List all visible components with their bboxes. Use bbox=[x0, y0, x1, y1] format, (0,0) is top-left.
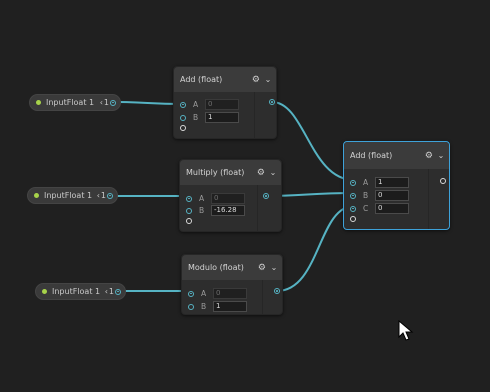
add-float-node-selected[interactable]: Add (float) ⚙ ⌄ A1 B0 C0 bbox=[343, 141, 450, 230]
node-title: Add (float) bbox=[180, 75, 223, 84]
input-port-a[interactable] bbox=[180, 101, 186, 108]
node-title: Multiply (float) bbox=[186, 168, 245, 177]
gear-icon[interactable]: ⚙ bbox=[258, 263, 266, 273]
value-field-b[interactable]: 1 bbox=[213, 301, 247, 312]
output-port[interactable] bbox=[263, 193, 269, 199]
float-type-dot-icon bbox=[34, 193, 39, 198]
input-port-extra[interactable] bbox=[350, 216, 356, 222]
chevron-down-icon[interactable]: ⌄ bbox=[266, 263, 282, 272]
input-port-c[interactable] bbox=[350, 205, 356, 212]
input-float-label: InputFloat 1 bbox=[46, 98, 95, 107]
float-type-dot-icon bbox=[42, 289, 47, 294]
port-label: B bbox=[193, 113, 199, 122]
input-float-node-2[interactable]: InputFloat 1 ‹ 1 bbox=[27, 187, 118, 204]
input-float-label: InputFloat 1 bbox=[52, 287, 101, 296]
float-type-dot-icon bbox=[36, 100, 41, 105]
input-port-extra[interactable] bbox=[180, 125, 186, 131]
value-field-b[interactable]: 1 bbox=[205, 112, 239, 123]
port-label: A bbox=[363, 178, 369, 187]
input-float-value: 1 bbox=[108, 287, 114, 296]
input-float-value: 1 bbox=[100, 191, 106, 200]
node-title: Add (float) bbox=[350, 151, 393, 160]
port-label: A bbox=[199, 194, 205, 203]
input-port-a[interactable] bbox=[186, 195, 192, 202]
add-float-node[interactable]: Add (float) ⚙ ⌄ A0 B1 bbox=[173, 66, 277, 139]
value-field-a[interactable]: 1 bbox=[375, 177, 409, 188]
port-label: B bbox=[201, 302, 207, 311]
value-field-a[interactable]: 0 bbox=[211, 193, 245, 204]
node-header[interactable]: Modulo (float) ⚙ ⌄ bbox=[182, 255, 282, 280]
input-port-b[interactable] bbox=[186, 207, 192, 214]
input-port-b[interactable] bbox=[350, 192, 356, 199]
input-port-extra[interactable] bbox=[186, 218, 192, 224]
chevron-down-icon[interactable]: ⌄ bbox=[265, 168, 281, 177]
gear-icon[interactable]: ⚙ bbox=[252, 75, 260, 85]
graph-canvas[interactable]: InputFloat 1 ‹ 1 InputFloat 1 ‹ 1 InputFlo… bbox=[0, 0, 490, 392]
chevron-left-icon[interactable]: ‹ bbox=[100, 98, 103, 107]
port-label: C bbox=[363, 204, 369, 213]
wire-add-to-add2 bbox=[271, 101, 355, 181]
port-label: A bbox=[193, 100, 199, 109]
node-header[interactable]: Add (float) ⚙ ⌄ bbox=[174, 67, 276, 92]
value-field-a[interactable]: 0 bbox=[205, 99, 239, 110]
node-header[interactable]: Multiply (float) ⚙ ⌄ bbox=[180, 160, 281, 185]
input-float-node-1[interactable]: InputFloat 1 ‹ 1 bbox=[29, 94, 121, 111]
output-port[interactable] bbox=[440, 178, 446, 184]
output-port[interactable] bbox=[269, 99, 275, 105]
input-port-a[interactable] bbox=[350, 179, 356, 186]
chevron-left-icon[interactable]: ‹ bbox=[97, 191, 100, 200]
value-field-b[interactable]: 0 bbox=[375, 190, 409, 201]
value-field-a[interactable]: 0 bbox=[213, 288, 247, 299]
node-header[interactable]: Add (float) ⚙ ⌄ bbox=[344, 142, 449, 169]
input-port-b[interactable] bbox=[188, 303, 194, 310]
input-float-node-3[interactable]: InputFloat 1 ‹ 1 bbox=[35, 283, 126, 300]
value-field-c[interactable]: 0 bbox=[375, 203, 409, 214]
port-label: A bbox=[201, 289, 207, 298]
input-port-b[interactable] bbox=[180, 114, 186, 121]
input-float-label: InputFloat 1 bbox=[44, 191, 93, 200]
port-label: B bbox=[363, 191, 369, 200]
gear-icon[interactable]: ⚙ bbox=[257, 168, 265, 178]
chevron-down-icon[interactable]: ⌄ bbox=[433, 151, 449, 160]
port-label: B bbox=[199, 206, 205, 215]
value-field-b[interactable]: -16.28 bbox=[211, 205, 245, 216]
multiply-float-node[interactable]: Multiply (float) ⚙ ⌄ A0 B -16.28 bbox=[179, 159, 282, 232]
output-port[interactable] bbox=[115, 288, 121, 295]
mouse-cursor-icon bbox=[398, 320, 414, 341]
chevron-left-icon[interactable]: ‹ bbox=[105, 287, 108, 296]
node-title: Modulo (float) bbox=[188, 263, 244, 272]
output-port[interactable] bbox=[107, 192, 113, 199]
gear-icon[interactable]: ⚙ bbox=[425, 151, 433, 161]
input-float-value: 1 bbox=[103, 98, 109, 107]
chevron-down-icon[interactable]: ⌄ bbox=[260, 75, 276, 84]
input-port-a[interactable] bbox=[188, 290, 194, 297]
output-port[interactable] bbox=[110, 99, 116, 106]
modulo-float-node[interactable]: Modulo (float) ⚙ ⌄ A0 B1 bbox=[181, 254, 283, 315]
output-port[interactable] bbox=[274, 288, 280, 294]
